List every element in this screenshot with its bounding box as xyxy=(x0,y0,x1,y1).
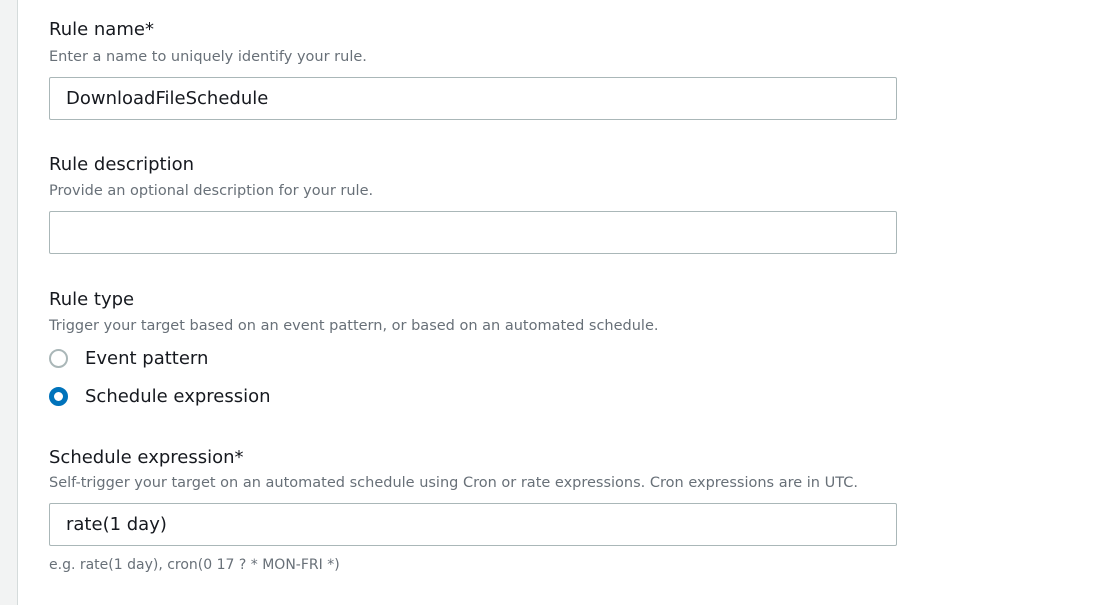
rule-name-description: Enter a name to uniquely identify your r… xyxy=(49,49,367,65)
schedule-expression-description: Self-trigger your target on an automated… xyxy=(49,475,858,491)
rule-name-label: Rule name* xyxy=(49,19,154,40)
radio-schedule-expression[interactable]: Schedule expression xyxy=(49,386,271,407)
rule-description-label: Rule description xyxy=(49,154,194,175)
radio-label: Event pattern xyxy=(85,348,209,369)
schedule-expression-hint: e.g. rate(1 day), cron(0 17 ? * MON-FRI … xyxy=(49,557,340,573)
schedule-expression-input[interactable]: rate(1 day) xyxy=(49,503,897,546)
rule-name-input[interactable]: DownloadFileSchedule xyxy=(49,77,897,120)
schedule-expression-label: Schedule expression* xyxy=(49,447,244,468)
rule-type-label: Rule type xyxy=(49,289,135,310)
rule-description-input[interactable] xyxy=(49,211,897,254)
rule-type-description: Trigger your target based on an event pa… xyxy=(49,318,659,334)
radio-event-pattern[interactable]: Event pattern xyxy=(49,348,208,369)
radio-unchecked-icon[interactable] xyxy=(49,349,68,368)
radio-label: Schedule expression xyxy=(85,386,271,407)
rule-description-help: Provide an optional description for your… xyxy=(49,183,374,199)
radio-checked-icon[interactable] xyxy=(49,387,68,406)
side-panel-strip xyxy=(0,0,18,605)
